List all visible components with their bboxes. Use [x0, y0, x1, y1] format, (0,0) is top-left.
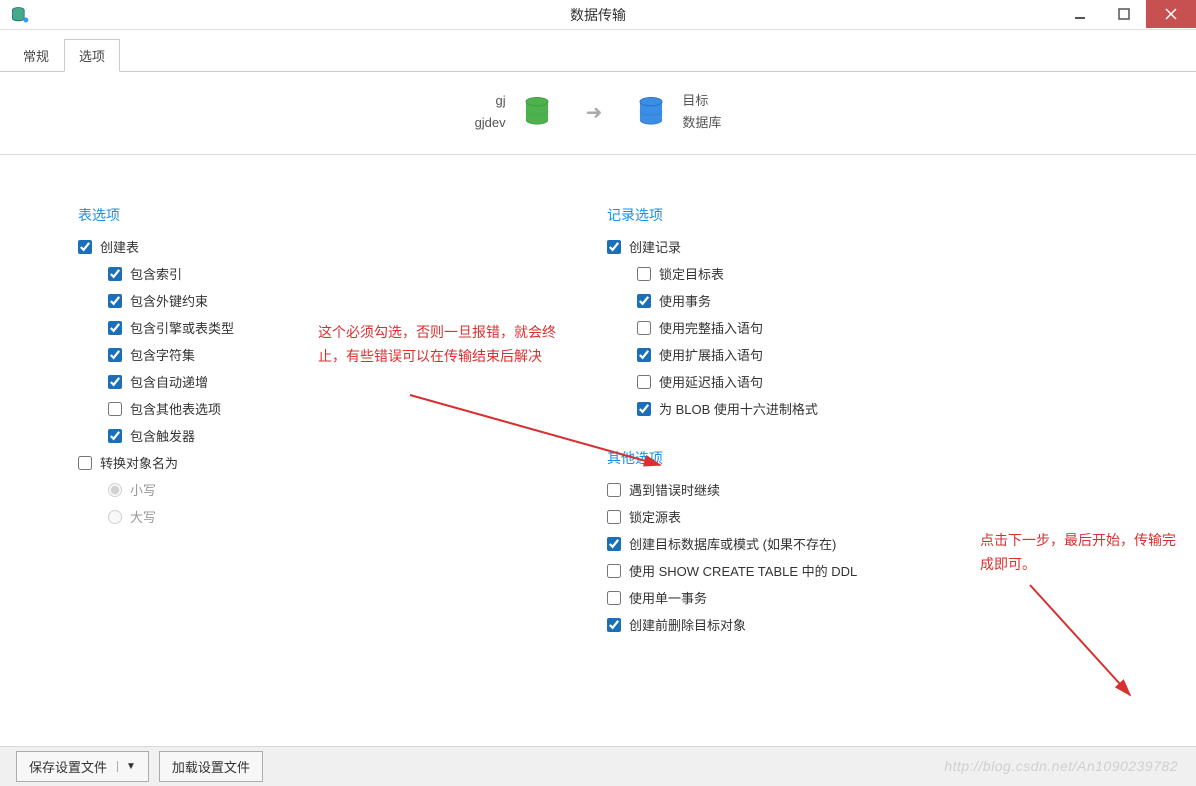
chk-single-txn-box[interactable] [607, 591, 621, 605]
right-column: 记录选项 创建记录 锁定目标表 使用事务 使用完整插入语句 使用扩展插入语句 使… [607, 205, 1136, 664]
chk-include-other-box[interactable] [108, 402, 122, 416]
chk-use-txn-box[interactable] [637, 294, 651, 308]
target-block: 目标 数据库 [634, 90, 721, 134]
load-settings-button[interactable]: 加载设置文件 [159, 751, 263, 782]
source-name: gj [475, 90, 506, 112]
chk-use-show-create-box[interactable] [607, 564, 621, 578]
arrow-icon: ➜ [586, 100, 603, 125]
database-icon [634, 94, 668, 131]
radio-upper[interactable]: 大写 [108, 507, 607, 526]
chk-use-txn[interactable]: 使用事务 [637, 291, 1136, 310]
chk-create-table[interactable]: 创建表 [78, 237, 607, 256]
titlebar: 数据传输 [0, 0, 1196, 30]
chk-include-trigger-box[interactable] [108, 429, 122, 443]
chk-blob-hex-box[interactable] [637, 402, 651, 416]
chk-include-charset-box[interactable] [108, 348, 122, 362]
target-labels: 目标 数据库 [682, 90, 721, 134]
chk-single-txn[interactable]: 使用单一事务 [607, 588, 1136, 607]
load-settings-label: 加载设置文件 [172, 757, 250, 776]
chk-full-insert[interactable]: 使用完整插入语句 [637, 318, 1136, 337]
case-radio-group: 小写 大写 [108, 480, 607, 526]
chk-blob-hex[interactable]: 为 BLOB 使用十六进制格式 [637, 399, 1136, 418]
chk-lock-target-box[interactable] [637, 267, 651, 281]
radio-lower[interactable]: 小写 [108, 480, 607, 499]
save-settings-label: 保存设置文件 [29, 757, 107, 776]
chk-include-index[interactable]: 包含索引 [108, 264, 607, 283]
chk-ext-insert-box[interactable] [637, 348, 651, 362]
tab-bar: 常规 选项 [0, 30, 1196, 72]
chk-include-other[interactable]: 包含其他表选项 [108, 399, 607, 418]
tab-options[interactable]: 选项 [64, 39, 120, 72]
source-block: gj gjdev [475, 90, 554, 134]
target-schema: 数据库 [682, 112, 721, 134]
chk-include-trigger[interactable]: 包含触发器 [108, 426, 607, 445]
tab-general[interactable]: 常规 [8, 39, 64, 72]
table-options-title: 表选项 [78, 205, 607, 225]
close-button[interactable] [1146, 0, 1196, 28]
chk-continue-on-error-box[interactable] [607, 483, 621, 497]
minimize-button[interactable] [1058, 0, 1102, 28]
chk-convert-name[interactable]: 转换对象名为 [78, 453, 607, 472]
chk-include-engine-box[interactable] [108, 321, 122, 335]
chk-create-record-box[interactable] [607, 240, 621, 254]
chk-create-target-db-box[interactable] [607, 537, 621, 551]
other-options-title: 其他选项 [607, 448, 1136, 468]
chk-lock-source-box[interactable] [607, 510, 621, 524]
chk-full-insert-box[interactable] [637, 321, 651, 335]
window-controls [1058, 0, 1196, 28]
annotation-2: 点击下一步，最后开始，传输完成即可。 [980, 529, 1180, 577]
chk-lock-target[interactable]: 锁定目标表 [637, 264, 1136, 283]
target-name: 目标 [682, 90, 721, 112]
maximize-button[interactable] [1102, 0, 1146, 28]
chk-create-record[interactable]: 创建记录 [607, 237, 1136, 256]
left-column: 表选项 创建表 包含索引 包含外键约束 包含引擎或表类型 包含字符集 包含自动递… [78, 205, 607, 664]
chk-continue-on-error[interactable]: 遇到错误时继续 [607, 480, 1136, 499]
chk-delay-insert-box[interactable] [637, 375, 651, 389]
chk-ext-insert[interactable]: 使用扩展插入语句 [637, 345, 1136, 364]
record-options-title: 记录选项 [607, 205, 1136, 225]
source-labels: gj gjdev [475, 90, 506, 134]
chk-include-index-box[interactable] [108, 267, 122, 281]
chk-delay-insert[interactable]: 使用延迟插入语句 [637, 372, 1136, 391]
save-settings-button[interactable]: 保存设置文件 ▼ [16, 751, 149, 782]
transfer-header: gj gjdev ➜ 目标 数据库 [0, 72, 1196, 155]
chk-delete-before-box[interactable] [607, 618, 621, 632]
record-options-section: 记录选项 创建记录 锁定目标表 使用事务 使用完整插入语句 使用扩展插入语句 使… [607, 205, 1136, 418]
chk-delete-before[interactable]: 创建前删除目标对象 [607, 615, 1136, 634]
chk-include-fk[interactable]: 包含外键约束 [108, 291, 607, 310]
chk-lock-source[interactable]: 锁定源表 [607, 507, 1136, 526]
chk-include-fk-box[interactable] [108, 294, 122, 308]
options-content: 表选项 创建表 包含索引 包含外键约束 包含引擎或表类型 包含字符集 包含自动递… [0, 155, 1196, 664]
chk-convert-name-box[interactable] [78, 456, 92, 470]
chk-include-autoinc-box[interactable] [108, 375, 122, 389]
app-icon [10, 5, 30, 25]
chevron-down-icon[interactable]: ▼ [117, 761, 136, 772]
radio-lower-input[interactable] [108, 483, 122, 497]
radio-upper-input[interactable] [108, 510, 122, 524]
annotation-1: 这个必须勾选，否则一旦报错，就会终止，有些错误可以在传输结束后解决 [318, 321, 568, 369]
chk-include-autoinc[interactable]: 包含自动递增 [108, 372, 607, 391]
chk-create-table-box[interactable] [78, 240, 92, 254]
watermark: http://blog.csdn.net/An1090239782 [944, 758, 1178, 774]
source-schema: gjdev [475, 112, 506, 134]
window-title: 数据传输 [570, 5, 626, 25]
database-icon [520, 94, 554, 131]
